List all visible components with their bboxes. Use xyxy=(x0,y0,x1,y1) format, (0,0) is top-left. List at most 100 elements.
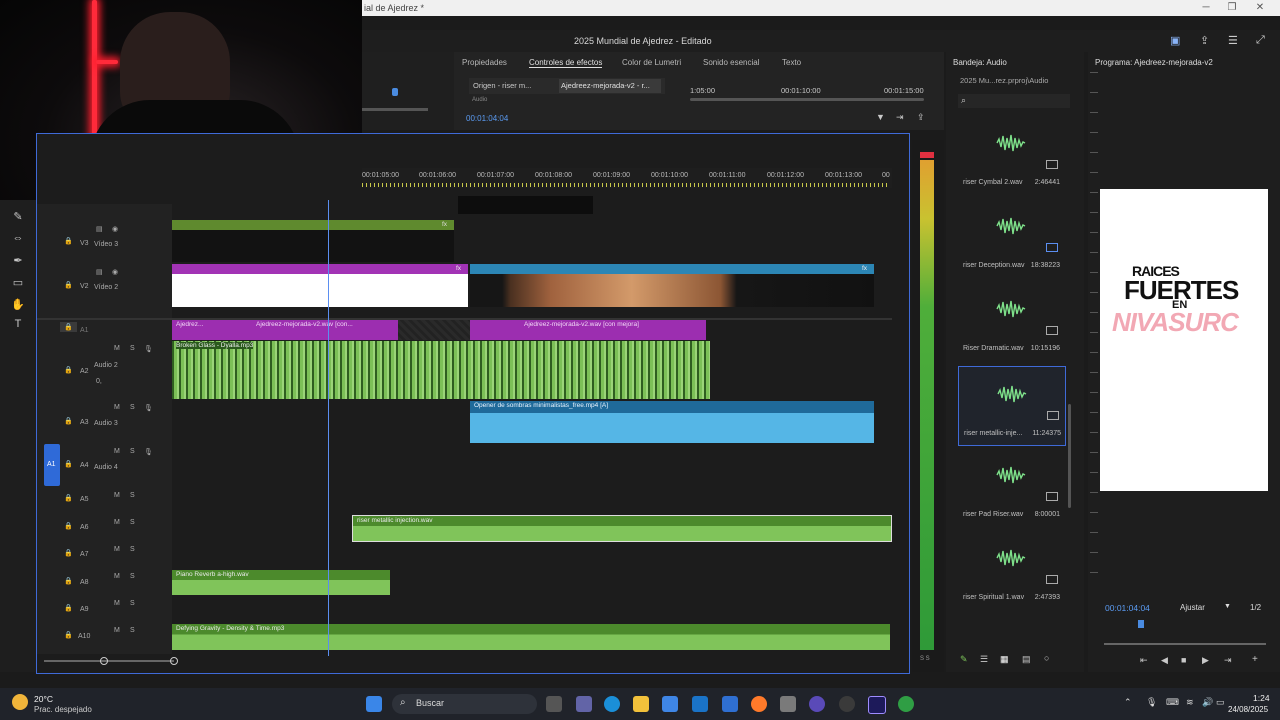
workspace-icon[interactable]: ▣ xyxy=(1170,34,1180,47)
program-playhead[interactable] xyxy=(1138,620,1144,628)
firefox-icon[interactable] xyxy=(751,696,767,712)
bin-title[interactable]: Bandeja: Audio xyxy=(953,58,1007,67)
clip-a6[interactable]: riser metallic injection.wav xyxy=(352,515,892,542)
icon-view-icon[interactable]: ▦ xyxy=(1000,654,1009,665)
chevron-down-icon[interactable]: ▼ xyxy=(1224,603,1231,610)
chrome-icon[interactable] xyxy=(898,696,914,712)
solo-button[interactable]: S xyxy=(130,404,135,411)
clock-date[interactable]: 24/08/2025 xyxy=(1228,705,1268,714)
teams-icon[interactable] xyxy=(576,696,592,712)
export-icon[interactable]: ⇪ xyxy=(917,112,925,123)
bin-item-selected[interactable]: riser metallic-inje... 11:24375 xyxy=(958,366,1066,446)
ec-timecode[interactable]: 00:01:04:04 xyxy=(466,114,508,123)
mute-button[interactable]: M xyxy=(114,519,120,526)
solo-button[interactable]: S xyxy=(130,519,135,526)
filter-icon[interactable]: ▼ xyxy=(876,112,885,122)
windows-start-icon[interactable] xyxy=(366,696,382,712)
lock-icon[interactable]: 🔒 xyxy=(64,494,73,502)
stop-icon[interactable]: ■ xyxy=(1181,655,1186,665)
clip-v3-top[interactable] xyxy=(458,196,593,214)
bin-scrollbar[interactable] xyxy=(1068,404,1071,508)
maximize-button[interactable]: ❐ xyxy=(1222,2,1242,13)
next-frame-icon[interactable]: ▶ xyxy=(1202,655,1209,666)
mute-button[interactable]: M xyxy=(114,600,120,607)
mic-icon[interactable]: 🎙 xyxy=(1146,697,1157,708)
lock-icon[interactable]: 🔒 xyxy=(64,577,73,585)
add-marker-icon[interactable]: + xyxy=(1252,654,1258,665)
bin-search[interactable]: ⌕ xyxy=(958,94,1070,108)
weather-temp[interactable]: 20°C xyxy=(34,694,53,704)
edge-icon[interactable] xyxy=(604,696,620,712)
outlook-icon[interactable] xyxy=(692,696,708,712)
bin-item[interactable]: Riser Dramatic.wav 10:15196 xyxy=(958,282,1064,360)
share-icon[interactable]: ⇪ xyxy=(1200,34,1209,47)
bin-item[interactable]: riser Cymbal 2.wav 2:46441 xyxy=(958,116,1064,194)
step-back-icon[interactable]: ⇤ xyxy=(1140,655,1148,666)
lock-icon[interactable]: 🔒 xyxy=(60,322,77,332)
clip-v2-a[interactable] xyxy=(172,274,468,307)
clock-time[interactable]: 1:24 xyxy=(1253,693,1270,703)
taskbar-search[interactable]: ⌕ Buscar xyxy=(392,694,537,714)
tab-text[interactable]: Texto xyxy=(782,58,801,67)
playhead[interactable] xyxy=(328,200,329,656)
mic-icon[interactable]: 🎙 xyxy=(144,404,153,412)
file-explorer-icon[interactable] xyxy=(633,696,649,712)
play-audio-icon[interactable]: ⇥ xyxy=(896,112,904,123)
program-timecode[interactable]: 00:01:04:04 xyxy=(1105,603,1150,613)
lock-icon[interactable]: 🔒 xyxy=(64,522,73,530)
solo-button[interactable]: S xyxy=(130,600,135,607)
tab-essential-sound[interactable]: Sonido esencial xyxy=(703,58,759,67)
timeline-scrollbar[interactable] xyxy=(44,660,174,662)
clip-v2-b-header[interactable]: fx xyxy=(470,264,874,274)
clip-v3[interactable]: fx xyxy=(172,220,454,230)
fit-dropdown[interactable]: Ajustar xyxy=(1180,603,1205,612)
weather-icon[interactable] xyxy=(12,694,28,710)
lock-icon[interactable]: 🔒 xyxy=(64,281,73,289)
solo-button[interactable]: S xyxy=(130,492,135,499)
mute-button[interactable]: M xyxy=(114,345,120,352)
mute-button[interactable]: M xyxy=(114,627,120,634)
ec-scrollbar[interactable] xyxy=(690,98,924,101)
lock-icon[interactable]: 🔒 xyxy=(64,366,73,374)
clip-a1-b[interactable]: Ajedreez-mejorada-v2.wav [con mejora] xyxy=(470,320,706,340)
ripple-tool-icon[interactable]: ⇔ xyxy=(10,232,26,244)
solo-button[interactable]: S xyxy=(130,345,135,352)
tab-effect-controls[interactable]: Controles de efectos xyxy=(529,58,603,68)
clip-v2-a-header[interactable]: fx xyxy=(172,264,468,274)
rectangle-tool-icon[interactable]: ▭ xyxy=(10,276,26,289)
source-patch-a1[interactable]: A1 xyxy=(44,444,60,486)
lock-icon[interactable]: 🔒 xyxy=(64,604,73,612)
scroll-handle-right[interactable] xyxy=(170,657,178,665)
list-view-icon[interactable]: ☰ xyxy=(980,654,988,665)
program-scrollbar[interactable] xyxy=(1104,643,1266,645)
todo-icon[interactable] xyxy=(722,696,738,712)
minimize-button[interactable]: ─ xyxy=(1196,2,1216,13)
solo-button[interactable]: S xyxy=(130,448,135,455)
mute-button[interactable]: M xyxy=(114,404,120,411)
hand-tool-icon[interactable]: ✋ xyxy=(10,298,26,311)
lock-icon[interactable]: 🔒 xyxy=(64,417,73,425)
keyboard-icon[interactable]: ⌨ xyxy=(1166,697,1179,708)
razor-tool-icon[interactable]: ✎ xyxy=(10,210,26,223)
lock-icon[interactable]: 🔒 xyxy=(64,631,73,639)
solo-button[interactable]: S xyxy=(130,627,135,634)
close-window-button[interactable]: ✕ xyxy=(1250,2,1270,13)
film-icon[interactable]: ▤ xyxy=(96,268,103,276)
resolution-dropdown[interactable]: 1/2 xyxy=(1250,603,1261,612)
type-tool-icon[interactable]: T xyxy=(10,318,26,330)
tray-chevron-icon[interactable]: ⌃ xyxy=(1124,697,1132,708)
zoom-slider-icon[interactable]: ○ xyxy=(1044,653,1049,663)
mute-button[interactable]: M xyxy=(114,573,120,580)
clip-a1-a[interactable]: Ajedrez... Ajedreez-mejorada-v2.wav [con… xyxy=(172,320,398,340)
sequence-tab[interactable]: Ajedreez-mejorada-v2 - r... xyxy=(561,81,650,90)
lock-icon[interactable]: 🔒 xyxy=(64,549,73,557)
task-view-icon[interactable] xyxy=(546,696,562,712)
source-tab[interactable]: Origen - riser m... xyxy=(473,81,531,90)
tab-properties[interactable]: Propiedades xyxy=(462,58,507,67)
step-forward-icon[interactable]: ⇥ xyxy=(1224,655,1232,666)
program-title[interactable]: Programa: Ajedreez-mejorada-v2 xyxy=(1095,58,1213,67)
lock-icon[interactable]: 🔒 xyxy=(64,460,73,468)
eye-icon[interactable]: ◉ xyxy=(112,268,118,276)
menu-icon[interactable]: ☰ xyxy=(1228,34,1238,47)
clip-a3[interactable]: Opener de sombras minimalistas_free.mp4 … xyxy=(470,401,874,443)
